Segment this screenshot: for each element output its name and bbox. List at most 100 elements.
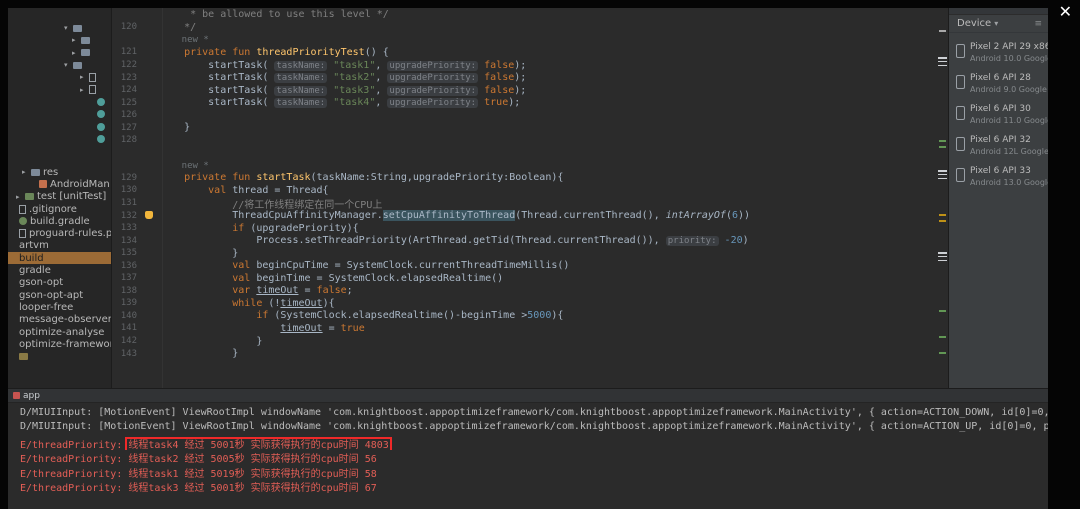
code-line[interactable]: 132 ThreadCpuAffinityManager.setCpuAffin… [112, 209, 938, 222]
gutter-icon-area [142, 297, 160, 310]
tree-item[interactable] [8, 120, 111, 132]
chevron-down-icon[interactable]: ▾ [64, 61, 73, 69]
code-line[interactable]: 143 } [112, 347, 938, 360]
code-line[interactable]: new * [112, 34, 938, 47]
device-item[interactable]: Pixel 6 API 28Android 9.0 Google AP... [949, 70, 1048, 101]
parameter-hint: taskName: [274, 86, 327, 96]
device-android-version: Android 12L Google A... [970, 147, 1048, 156]
line-number: 142 [112, 336, 142, 346]
tree-item-res[interactable]: ▸res [8, 166, 111, 178]
tree-item-build[interactable]: build [8, 252, 111, 264]
chevron-right-icon[interactable]: ▸ [22, 168, 31, 176]
circle-icon [97, 123, 105, 131]
code-token: startTask( [160, 97, 274, 108]
code-line[interactable]: 138 var timeOut = false; [112, 285, 938, 298]
code-line[interactable]: 142 } [112, 335, 938, 348]
log-line[interactable]: E/threadPriority: 线程task2 经过 5005秒 实际获得执… [20, 450, 1048, 464]
code-line[interactable] [112, 147, 938, 160]
tree-item[interactable] [8, 96, 111, 108]
tree-item-optimize-analyse[interactable]: optimize-analyse [8, 326, 111, 338]
tree-item[interactable] [8, 350, 111, 362]
device-android-version: Android 10.0 Google A... [970, 54, 1048, 63]
tree-item[interactable] [8, 108, 111, 120]
code-line[interactable]: 137 val beginTime = SystemClock.elapsedR… [112, 272, 938, 285]
log-line[interactable]: E/threadPriority: 线程task4 经过 5001秒 实际获得执… [20, 436, 1048, 450]
tree-item-gson-opt-apt[interactable]: gson-opt-apt [8, 289, 111, 301]
code-editor[interactable]: /* should never be used in practice. Reg… [112, 8, 938, 388]
code-line[interactable]: 124 startTask( taskName: "task3", upgrad… [112, 84, 938, 97]
project-tree-upper: ▾ ▸ ▸ ▾ ▸ ▸ [8, 22, 111, 145]
chevron-right-icon[interactable]: ▸ [16, 193, 25, 201]
project-tree-panel[interactable]: ▾ ▸ ▸ ▾ ▸ ▸ ▸resAndroidMan ▸ test [unitTest].gi… [8, 8, 112, 388]
log-line[interactable]: E/threadPriority: 线程task1 经过 5019秒 实际获得执… [20, 465, 1048, 479]
device-item[interactable]: Pixel 6 API 32Android 12L Google A... [949, 132, 1048, 163]
log-line[interactable]: E/threadPriority: 线程task3 经过 5001秒 实际获得执… [20, 479, 1048, 493]
tree-item-androidman[interactable]: AndroidMan [8, 178, 111, 190]
code-line[interactable]: 134 Process.setThreadPriority(ArtThread.… [112, 234, 938, 247]
editor-scroll-stripe[interactable] [938, 8, 948, 388]
code-line[interactable]: 139 while (!timeOut){ [112, 297, 938, 310]
chevron-right-icon[interactable]: ▸ [72, 36, 81, 44]
device-item[interactable]: Pixel 2 API 29 x86_64Android 10.0 Google… [949, 39, 1048, 70]
intention-bulb-icon[interactable] [145, 211, 153, 219]
phone-icon [956, 137, 965, 151]
code-line[interactable]: 135 } [112, 247, 938, 260]
code-line[interactable]: 129 private fun startTask(taskName:Strin… [112, 172, 938, 185]
tree-item[interactable]: ▸ [8, 71, 111, 83]
code-token: startTask( [160, 85, 274, 96]
tree-item-gson-opt[interactable]: gson-opt [8, 277, 111, 289]
code-line[interactable]: 126 [112, 109, 938, 122]
device-menu-icon[interactable]: ≡ [1034, 19, 1042, 29]
code-line[interactable]: 127 } [112, 121, 938, 134]
tree-item-optimize-framework[interactable]: optimize-framework [8, 338, 111, 350]
tree-item-looper-free[interactable]: looper-free [8, 301, 111, 313]
code-line[interactable]: 125 startTask( taskName: "task4", upgrad… [112, 96, 938, 109]
code-line[interactable]: 141 timeOut = true [112, 322, 938, 335]
tree-item-test-unittest-[interactable]: ▸ test [unitTest] [8, 191, 111, 203]
chevron-right-icon[interactable]: ▸ [80, 73, 89, 81]
chevron-right-icon[interactable]: ▸ [80, 86, 89, 94]
line-number: 135 [112, 248, 142, 258]
log-line[interactable]: D/MIUIInput: [MotionEvent] ViewRootImpl … [20, 421, 1048, 435]
tree-item[interactable] [8, 133, 111, 145]
close-button[interactable]: ✕ [1059, 3, 1072, 21]
code-line[interactable]: 136 val beginCpuTime = SystemClock.curre… [112, 259, 938, 272]
tree-item[interactable]: ▸ [8, 34, 111, 46]
logcat-output[interactable]: D/MIUIInput: [MotionEvent] ViewRootImpl … [8, 403, 1048, 493]
code-line[interactable]: 122 startTask( taskName: "task1", upgrad… [112, 59, 938, 72]
code-text: startTask( taskName: "task3", upgradePri… [160, 85, 526, 96]
device-dropdown[interactable]: Device ▾ ≡ [949, 15, 1048, 33]
line-number: 136 [112, 261, 142, 271]
tree-item-build-gradle[interactable]: build.gradle [8, 215, 111, 227]
code-token: startTask( [160, 72, 274, 83]
line-number: 133 [112, 223, 142, 233]
device-item[interactable]: Pixel 6 API 33Android 13.0 Google A... [949, 163, 1048, 194]
tree-item-label: test [unitTest] [37, 191, 106, 202]
device-item[interactable]: Pixel 6 API 30Android 11.0 Google A... [949, 101, 1048, 132]
chevron-right-icon[interactable]: ▸ [72, 49, 81, 57]
code-line[interactable]: 140 if (SystemClock.elapsedRealtime()-be… [112, 310, 938, 323]
code-line[interactable]: 131 //将工作线程绑定在同一个CPU上 [112, 197, 938, 210]
code-line[interactable]: 123 startTask( taskName: "task2", upgrad… [112, 71, 938, 84]
tree-item-message-observer[interactable]: message-observer [8, 314, 111, 326]
tree-item[interactable]: ▾ [8, 59, 111, 71]
tree-item--gitignore[interactable]: .gitignore [8, 203, 111, 215]
code-line[interactable]: * be allowed to use this level */ [112, 9, 938, 22]
gutter-icon-area [142, 172, 160, 185]
tree-item-gradle[interactable]: gradle [8, 264, 111, 276]
tree-item[interactable]: ▸ [8, 83, 111, 95]
tree-item-proguard-rules-pro[interactable]: proguard-rules.pro [8, 227, 111, 239]
code-line[interactable]: new * [112, 159, 938, 172]
chevron-down-icon[interactable]: ▾ [64, 24, 73, 32]
code-line[interactable]: 128 [112, 134, 938, 147]
tree-item[interactable]: ▾ [8, 22, 111, 34]
code-line[interactable]: 120 */ [112, 21, 938, 34]
tree-item-label: optimize-analyse [19, 327, 104, 338]
logcat-tab-app[interactable]: app [13, 391, 40, 401]
code-line[interactable]: 133 if (upgradePriority){ [112, 222, 938, 235]
code-line[interactable]: 121 private fun threadPriorityTest() { [112, 46, 938, 59]
gutter-icon-area [142, 96, 160, 109]
log-line[interactable]: D/MIUIInput: [MotionEvent] ViewRootImpl … [20, 407, 1048, 421]
tree-item[interactable]: ▸ [8, 47, 111, 59]
tree-item-artvm[interactable]: artvm [8, 240, 111, 252]
